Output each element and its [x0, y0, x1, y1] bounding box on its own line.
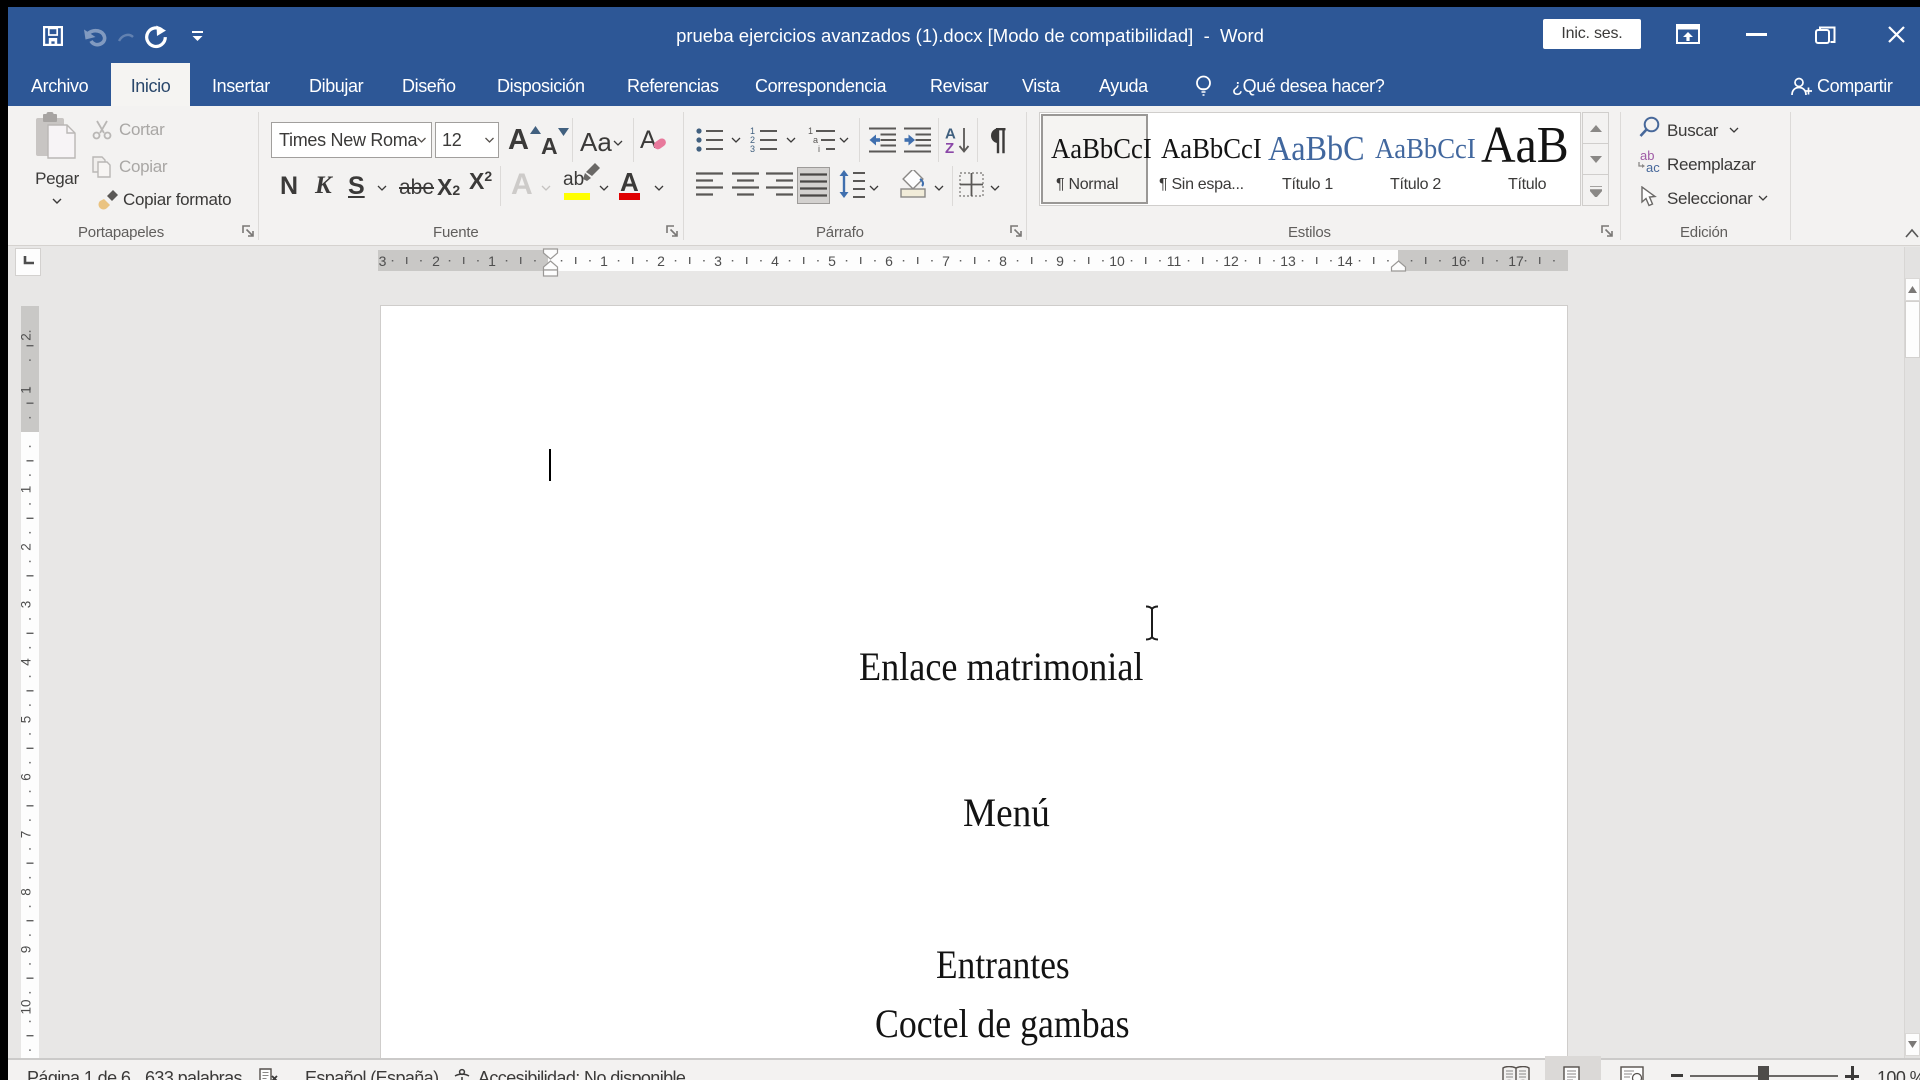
svg-text:7: 7: [21, 831, 34, 839]
svg-text:1: 1: [488, 253, 496, 269]
svg-text:7: 7: [942, 253, 950, 269]
svg-text:i: i: [818, 144, 820, 153]
svg-text:3: 3: [750, 144, 755, 153]
svg-text:8: 8: [21, 888, 34, 896]
svg-text:3: 3: [714, 253, 722, 269]
svg-text:ac: ac: [1646, 160, 1660, 174]
svg-text:4: 4: [771, 253, 779, 269]
svg-text:1: 1: [21, 386, 34, 394]
svg-text:Z: Z: [945, 140, 954, 154]
svg-text:8: 8: [999, 253, 1007, 269]
svg-text:2: 2: [657, 253, 665, 269]
svg-text:12: 12: [1223, 253, 1239, 269]
svg-text:1: 1: [21, 486, 34, 494]
svg-text:14: 14: [1337, 253, 1353, 269]
svg-text:3: 3: [21, 601, 34, 609]
svg-text:10: 10: [21, 999, 34, 1014]
svg-text:17: 17: [1508, 253, 1524, 269]
svg-text:5: 5: [21, 716, 34, 724]
svg-text:5: 5: [828, 253, 836, 269]
svg-text:11: 11: [1167, 253, 1182, 269]
svg-text:6: 6: [21, 773, 34, 781]
svg-text:16: 16: [1451, 253, 1467, 269]
svg-text:10: 10: [1109, 253, 1125, 269]
svg-text:2: 2: [21, 333, 34, 341]
svg-text:2: 2: [432, 253, 440, 269]
svg-text:9: 9: [21, 946, 34, 954]
svg-text:1: 1: [600, 253, 608, 269]
svg-text:13: 13: [1280, 253, 1296, 269]
svg-text:6: 6: [885, 253, 893, 269]
svg-text:2: 2: [21, 543, 34, 551]
svg-text:9: 9: [1056, 253, 1064, 269]
svg-text:4: 4: [21, 658, 34, 666]
svg-text:3: 3: [379, 253, 387, 269]
